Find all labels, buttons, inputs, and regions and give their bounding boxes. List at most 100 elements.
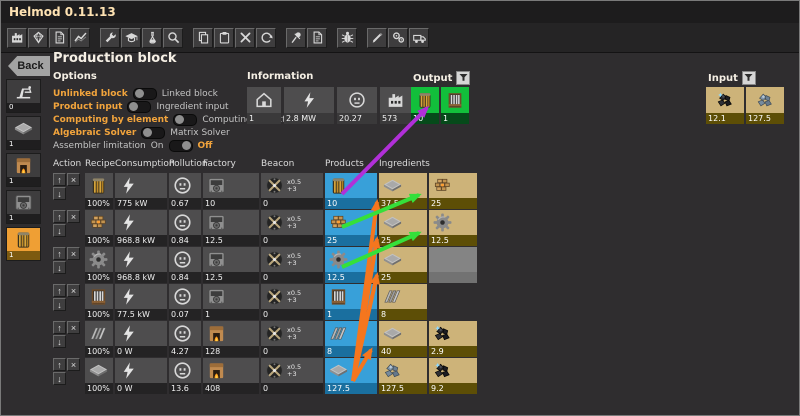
sidebar-block-stone-furnace[interactable]: 1 bbox=[6, 153, 41, 187]
ingredient-cell-coal[interactable]: 9.2 bbox=[429, 358, 477, 394]
wrench-button[interactable] bbox=[100, 28, 120, 48]
beacon-cell[interactable]: x0.5+30 bbox=[261, 284, 323, 320]
pin-button[interactable] bbox=[286, 28, 306, 48]
move-down-button[interactable]: ↓ bbox=[53, 187, 66, 200]
move-up-button[interactable]: ↑ bbox=[53, 210, 66, 223]
info-pollution-face[interactable]: 20.27 bbox=[337, 87, 377, 124]
recipe-cell-iron-gear[interactable]: 100% bbox=[85, 247, 113, 283]
move-up-button[interactable]: ↑ bbox=[53, 247, 66, 260]
info-bolt[interactable]: 2.8 MW bbox=[284, 87, 334, 124]
info-factory[interactable]: 573 bbox=[380, 87, 412, 124]
cell-value: 100% bbox=[85, 272, 113, 283]
beacon-cell[interactable]: x0.5+30 bbox=[261, 173, 323, 209]
pollution-face-icon bbox=[172, 360, 193, 381]
move-down-button[interactable]: ↓ bbox=[53, 224, 66, 237]
output-gate[interactable]: 1 bbox=[441, 87, 469, 124]
factory-cell-assembling-machine[interactable]: 10 bbox=[203, 173, 259, 209]
move-up-button[interactable]: ↑ bbox=[53, 284, 66, 297]
delete-button[interactable]: × bbox=[67, 173, 80, 186]
ingredient-cell-coal[interactable]: 2.9 bbox=[429, 321, 477, 357]
delete-button[interactable]: × bbox=[67, 284, 80, 297]
ingredient-cell-steel-beam[interactable]: 8 bbox=[379, 284, 427, 320]
chart-button[interactable] bbox=[70, 28, 90, 48]
recipe-cell-iron-plate[interactable]: 100% bbox=[85, 358, 113, 394]
beacon-info: x0.5+3 bbox=[264, 212, 301, 233]
beacon-cell[interactable]: x0.5+30 bbox=[261, 358, 323, 394]
option-toggle[interactable] bbox=[169, 140, 193, 152]
gem-button[interactable] bbox=[28, 28, 48, 48]
option-toggle[interactable] bbox=[133, 88, 157, 100]
truck-button[interactable] bbox=[409, 28, 429, 48]
pencil-button[interactable] bbox=[367, 28, 387, 48]
ingredient-cell-brick-stack[interactable]: 25 bbox=[429, 173, 477, 209]
product-cell-iron-plate[interactable]: 127.5 bbox=[325, 358, 377, 394]
back-button[interactable]: Back bbox=[8, 56, 50, 76]
gold-striped-item-icon bbox=[7, 228, 40, 251]
move-up-button[interactable]: ↑ bbox=[53, 358, 66, 371]
document-button[interactable] bbox=[49, 28, 69, 48]
beacon-modifiers: x0.5+3 bbox=[287, 253, 301, 267]
recipe-cell-brick-stack[interactable]: 100% bbox=[85, 210, 113, 246]
product-cell-steel-beam[interactable]: 8 bbox=[325, 321, 377, 357]
ingredient-cell-iron-plate[interactable]: 25 bbox=[379, 247, 427, 283]
move-down-button[interactable]: ↓ bbox=[53, 261, 66, 274]
factory-cell-stone-furnace[interactable]: 408 bbox=[203, 358, 259, 394]
factory-button[interactable] bbox=[7, 28, 27, 48]
ingredient-cell-iron-gear[interactable]: 12.5 bbox=[429, 210, 477, 246]
factory-cell-assembling-machine[interactable]: 12.5 bbox=[203, 210, 259, 246]
input-heading: Input bbox=[708, 71, 756, 85]
factory-cell-assembling-machine[interactable]: 1 bbox=[203, 284, 259, 320]
factory-cell-stone-furnace[interactable]: 128 bbox=[203, 321, 259, 357]
beacon-cell[interactable]: x0.5+30 bbox=[261, 321, 323, 357]
input-iron-ore[interactable]: 127.5 bbox=[746, 87, 784, 124]
sidebar-block-iron-plate[interactable]: 1 bbox=[6, 116, 41, 150]
sidebar-block-assembling-machine[interactable]: 1 bbox=[6, 190, 41, 224]
ingredient-cell-iron-plate[interactable]: 37.5 bbox=[379, 173, 427, 209]
factory-cell-assembling-machine[interactable]: 12.5 bbox=[203, 247, 259, 283]
delete-button[interactable]: × bbox=[67, 247, 80, 260]
sidebar-block-lab[interactable]: 0 bbox=[6, 79, 41, 113]
document-button[interactable] bbox=[307, 28, 327, 48]
product-cell-gold-striped-item[interactable]: 10 bbox=[325, 173, 377, 209]
bug-button[interactable] bbox=[337, 28, 357, 48]
move-up-button[interactable]: ↑ bbox=[53, 321, 66, 334]
paste-button[interactable] bbox=[214, 28, 234, 48]
delete-button[interactable]: × bbox=[67, 321, 80, 334]
option-toggle[interactable] bbox=[127, 101, 151, 113]
recipe-cell-gold-striped-item[interactable]: 100% bbox=[85, 173, 113, 209]
beacon-cell[interactable]: x0.5+30 bbox=[261, 210, 323, 246]
option-toggle[interactable] bbox=[173, 114, 197, 126]
output-gold-striped-item[interactable]: 10 bbox=[411, 87, 439, 124]
assembling-machine-icon bbox=[206, 249, 227, 270]
option-toggle[interactable] bbox=[141, 127, 165, 139]
input-coal[interactable]: 12.1 bbox=[706, 87, 744, 124]
move-up-button[interactable]: ↑ bbox=[53, 173, 66, 186]
ingredient-cell-iron-plate[interactable]: 40 bbox=[379, 321, 427, 357]
recipe-cell-steel-beam[interactable]: 100% bbox=[85, 321, 113, 357]
row-actions: ↑×↓ bbox=[53, 173, 83, 209]
move-down-button[interactable]: ↓ bbox=[53, 298, 66, 311]
product-cell-brick-stack[interactable]: 25 bbox=[325, 210, 377, 246]
search-button[interactable] bbox=[163, 28, 183, 48]
input-filter-button[interactable] bbox=[742, 71, 756, 85]
graduation-cap-button[interactable] bbox=[121, 28, 141, 48]
move-down-button[interactable]: ↓ bbox=[53, 335, 66, 348]
product-cell-gate[interactable]: 1 bbox=[325, 284, 377, 320]
sidebar-block-gold-striped-item[interactable]: 1 bbox=[6, 227, 41, 261]
product-cell-iron-gear[interactable]: 12.5 bbox=[325, 247, 377, 283]
delete-button[interactable]: × bbox=[67, 210, 80, 223]
flask-button[interactable] bbox=[142, 28, 162, 48]
info-house[interactable]: 1 bbox=[247, 87, 281, 124]
iron-gear-icon bbox=[432, 212, 453, 233]
refresh-button[interactable] bbox=[256, 28, 276, 48]
copy-button[interactable] bbox=[193, 28, 213, 48]
output-filter-button[interactable] bbox=[456, 71, 470, 85]
recipe-cell-gate[interactable]: 100% bbox=[85, 284, 113, 320]
delete-button[interactable]: × bbox=[67, 358, 80, 371]
move-down-button[interactable]: ↓ bbox=[53, 372, 66, 385]
ingredient-cell-iron-ore[interactable]: 127.5 bbox=[379, 358, 427, 394]
beacon-cell[interactable]: x0.5+30 bbox=[261, 247, 323, 283]
close-button[interactable] bbox=[235, 28, 255, 48]
ingredient-cell-iron-plate[interactable]: 25 bbox=[379, 210, 427, 246]
gears-button[interactable] bbox=[388, 28, 408, 48]
